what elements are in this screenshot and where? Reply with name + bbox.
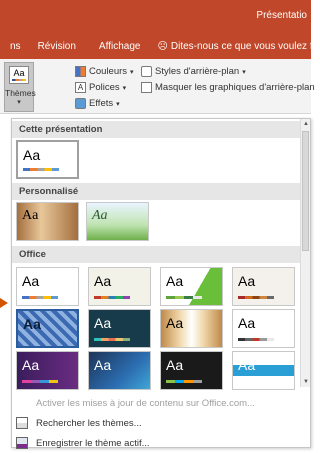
hide-background-label: Masquer les graphiques d'arrière-plan xyxy=(155,82,315,93)
theme-color-stripe xyxy=(94,296,130,299)
theme-thumbnail-office[interactable]: Aa xyxy=(160,351,223,390)
fonts-button[interactable]: A Polices ▾ xyxy=(75,82,126,93)
fonts-label: Polices xyxy=(89,82,120,93)
gallery-scrollbar[interactable]: ▲ ▼ xyxy=(300,119,310,387)
theme-thumbnail-custom-1[interactable]: Aa xyxy=(16,202,79,241)
themes-gallery: Cette présentation Aa Personnalisé Aa Aa… xyxy=(11,118,311,449)
theme-thumb-text: Aa xyxy=(166,357,184,373)
theme-color-stripe xyxy=(166,380,202,383)
browse-icon xyxy=(16,417,28,429)
tell-me-placeholder: Dites-nous ce que vous voulez fa xyxy=(170,40,319,52)
checkbox-icon xyxy=(141,82,152,93)
theme-thumb-text: Aa xyxy=(238,357,256,373)
scroll-up-icon[interactable]: ▲ xyxy=(301,119,311,129)
ribbon-design: Aa Thèmes ▾ Couleurs ▾ A Polices ▾ Effet… xyxy=(0,59,315,114)
effects-label: Effets xyxy=(89,98,114,109)
theme-color-stripe xyxy=(238,338,274,341)
window-title: Présentatio xyxy=(256,10,307,21)
menu-label: Rechercher les thèmes... xyxy=(36,417,142,429)
save-icon xyxy=(16,437,28,449)
section-header: Personnalisé xyxy=(12,183,301,200)
theme-color-stripe xyxy=(238,296,274,299)
themes-icon-text: Aa xyxy=(13,68,25,78)
theme-color-stripe xyxy=(22,380,58,383)
tab-partial[interactable]: ns xyxy=(10,41,21,52)
theme-thumbnail-office-hovered[interactable]: Aa xyxy=(16,309,79,348)
theme-thumbnail-office[interactable]: Aa xyxy=(160,267,223,306)
theme-thumb-text: Aa xyxy=(92,208,108,223)
hide-background-checkbox[interactable]: Masquer les graphiques d'arrière-plan xyxy=(141,82,315,93)
theme-thumbnail-current[interactable]: Aa xyxy=(16,140,79,179)
themes-button[interactable]: Aa Thèmes ▾ xyxy=(4,62,36,112)
background-styles-button[interactable]: Styles d'arrière-plan ▾ xyxy=(141,66,246,77)
section-header: Office xyxy=(12,246,301,263)
tab-revision[interactable]: Révision xyxy=(38,41,76,52)
chevron-down-icon: ▾ xyxy=(122,84,127,92)
effects-button[interactable]: Effets ▾ xyxy=(75,98,120,109)
theme-thumb-text: Aa xyxy=(166,273,184,289)
section-header: Cette présentation xyxy=(12,121,301,138)
theme-thumbnail-office[interactable]: Aa xyxy=(16,351,79,390)
theme-thumb-text: Aa xyxy=(22,273,40,289)
menu-label: Enregistrer le thème actif... xyxy=(36,437,150,449)
background-styles-label: Styles d'arrière-plan xyxy=(155,66,240,77)
theme-thumbnail-custom-2[interactable]: Aa xyxy=(86,202,149,241)
theme-thumbnail-office[interactable]: Aa xyxy=(16,267,79,306)
chevron-down-icon: ▾ xyxy=(116,100,120,108)
theme-color-stripe xyxy=(94,338,130,341)
theme-thumbnail-office[interactable]: Aa xyxy=(88,309,151,348)
theme-thumb-text: Aa xyxy=(238,315,256,331)
hover-pointer-arrow xyxy=(0,298,8,308)
theme-thumb-text: Aa xyxy=(94,315,112,331)
themes-icon: Aa xyxy=(9,66,29,84)
theme-color-stripe xyxy=(22,296,58,299)
themes-icon-colorbar xyxy=(12,79,26,81)
lightbulb-icon: ☹ xyxy=(157,40,168,52)
theme-thumbnail-office[interactable]: Aa xyxy=(88,267,151,306)
background-styles-icon xyxy=(141,66,152,77)
theme-thumb-text: Aa xyxy=(166,315,184,331)
menu-browse-themes[interactable]: Rechercher les thèmes... xyxy=(12,413,301,433)
scroll-down-icon[interactable]: ▼ xyxy=(301,377,311,387)
theme-thumbnail-office[interactable]: Aa xyxy=(232,351,295,390)
theme-thumbnail-office[interactable]: Aa xyxy=(160,309,223,348)
theme-thumb-text: Aa xyxy=(238,273,256,289)
tell-me-box[interactable]: ☹ Dites-nous ce que vous voulez fa xyxy=(157,41,318,52)
theme-thumb-text: Aa xyxy=(94,357,112,373)
colors-label: Couleurs xyxy=(89,66,128,77)
colors-icon xyxy=(75,66,86,77)
theme-thumb-text: Aa xyxy=(23,147,41,163)
tab-affichage[interactable]: Affichage xyxy=(99,41,141,52)
theme-thumb-text: Aa xyxy=(22,357,40,373)
scroll-thumb[interactable] xyxy=(302,131,309,251)
theme-thumb-text: Aa xyxy=(94,273,112,289)
chevron-down-icon: ▾ xyxy=(17,99,21,106)
theme-thumbnail-office[interactable]: Aa xyxy=(88,351,151,390)
chevron-down-icon: ▾ xyxy=(242,68,246,76)
theme-thumbnail-office[interactable]: Aa xyxy=(232,309,295,348)
theme-color-stripe xyxy=(23,168,59,171)
theme-color-stripe xyxy=(166,296,202,299)
menu-save-theme[interactable]: Enregistrer le thème actif... xyxy=(12,433,301,453)
title-bar: Présentatio xyxy=(0,0,311,33)
theme-thumb-text: Aa xyxy=(23,316,41,332)
theme-thumb-text: Aa xyxy=(22,208,39,223)
fonts-icon: A xyxy=(75,82,86,93)
themes-label: Thèmes xyxy=(5,88,36,98)
colors-button[interactable]: Couleurs ▾ xyxy=(75,66,134,77)
ribbon-tabs: ns Révision Affichage ☹ Dites-nous ce qu… xyxy=(0,33,318,59)
theme-thumbnail-office[interactable]: Aa xyxy=(232,267,295,306)
menu-label: Activer les mises à jour de contenu sur … xyxy=(36,397,255,409)
menu-enable-updates: Activer les mises à jour de contenu sur … xyxy=(12,393,301,413)
effects-icon xyxy=(75,98,86,109)
chevron-down-icon: ▾ xyxy=(130,68,134,76)
